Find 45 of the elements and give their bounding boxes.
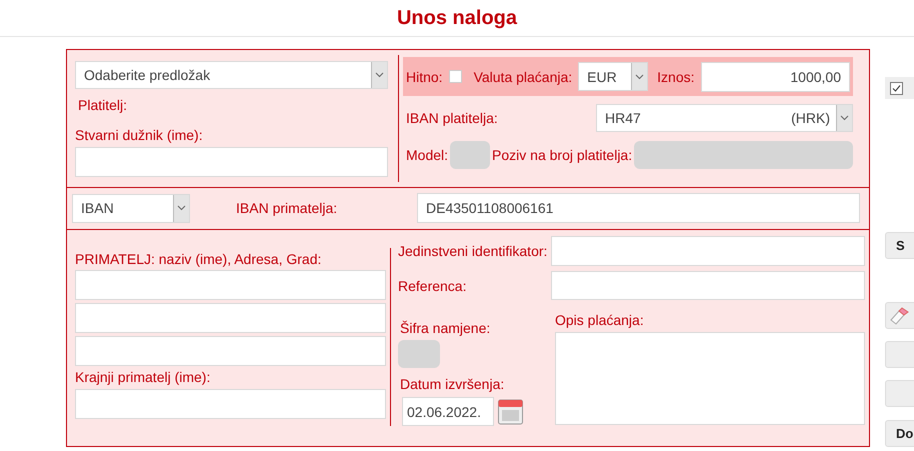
currency-label: Valuta plaćanja:	[474, 68, 572, 84]
caret-icon	[631, 63, 648, 90]
eraser-icon	[889, 306, 909, 324]
date-field[interactable]: 02.06.2022.	[402, 397, 494, 426]
urgent-label: Hitno:	[406, 68, 443, 84]
execution-date-label: Datum izvršenja:	[399, 376, 506, 392]
actual-debtor-label: Stvarni dužnik (ime):	[75, 127, 203, 143]
input-field[interactable]	[75, 336, 386, 366]
calendar-icon[interactable]	[498, 398, 523, 424]
final-payee-label: Krajnji primatelj (ime):	[75, 369, 212, 385]
side-button[interactable]: S	[885, 232, 914, 259]
account-type-select[interactable]: IBAN	[72, 194, 190, 223]
payer-label: Platitelj:	[77, 97, 128, 113]
model-label: Model:	[405, 147, 448, 163]
page-title: Unos naloga	[396, 6, 517, 30]
urgent-checkbox[interactable]	[448, 70, 462, 83]
caret-icon	[371, 62, 387, 88]
amount-label: Iznos:	[657, 68, 695, 84]
amount-field[interactable]: 1000,00	[700, 62, 850, 92]
currency-select[interactable]: EUR	[578, 62, 648, 91]
payee-iban-label: IBAN primatelja:	[236, 200, 338, 216]
input-field[interactable]	[75, 303, 386, 333]
side-button[interactable]	[885, 380, 914, 407]
payer-reference-label: Poziv na broj platitelja:	[492, 147, 632, 163]
unique-identifier-label: Jedinstveni identifikator:	[398, 243, 548, 259]
side-button[interactable]	[885, 341, 914, 368]
input-field[interactable]	[75, 389, 386, 419]
checkbox[interactable]	[890, 82, 903, 94]
template-select[interactable]: Odaberite predložak	[75, 61, 388, 89]
input-field[interactable]	[75, 147, 388, 177]
input-field[interactable]	[551, 236, 865, 266]
reference-label: Referenca:	[398, 278, 468, 294]
input-field[interactable]	[75, 270, 386, 300]
description-label: Opis plaćanja:	[555, 312, 645, 328]
payer-iban-label: IBAN platitelja:	[405, 110, 498, 126]
payee-label: PRIMATELJ: naziv (ime), Adresa, Grad:	[75, 251, 322, 267]
payee-iban-field[interactable]: DE43501108006161	[417, 193, 860, 224]
side-button[interactable]: Do	[885, 420, 914, 447]
payer-iban-select[interactable]: HR47 (HRK)	[596, 104, 853, 132]
description-field[interactable]	[555, 332, 865, 425]
purpose-code-label: Šifra namjene:	[399, 320, 492, 336]
eraser-button[interactable]	[885, 302, 914, 329]
caret-icon	[836, 105, 852, 131]
input-field[interactable]	[551, 271, 865, 300]
caret-icon	[173, 194, 189, 222]
